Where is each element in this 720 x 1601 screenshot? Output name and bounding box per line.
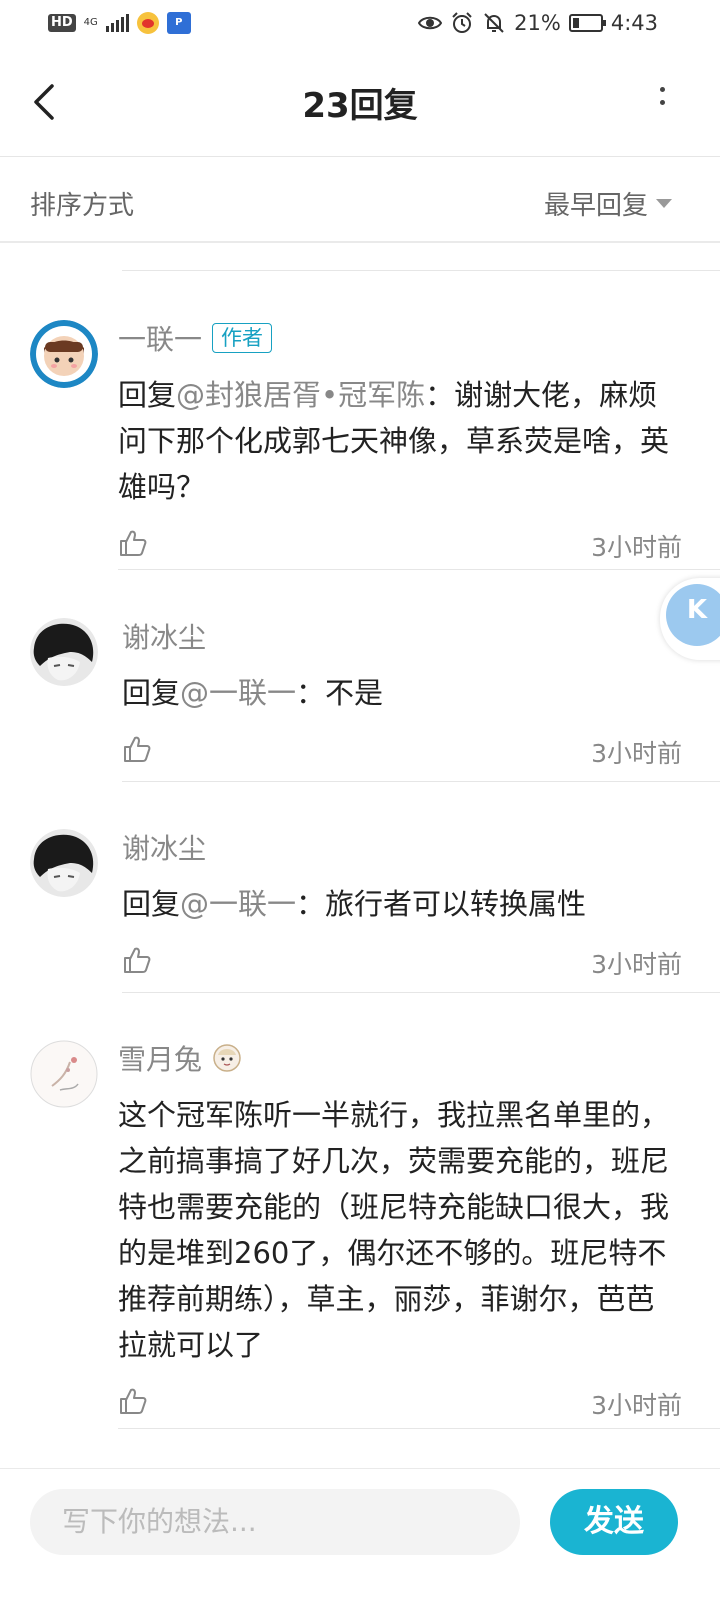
timestamp: 3小时前	[591, 950, 682, 979]
eye-icon	[418, 16, 443, 30]
network-type: 4G	[83, 17, 98, 28]
comment-header: 一联一 作者	[118, 318, 682, 358]
thumbs-up-icon[interactable]	[118, 528, 148, 558]
comment-body: 谢冰尘 回复@一联一：旅行者可以转换属性 3小时前	[122, 827, 682, 985]
top-nav-bar: 23回复	[0, 48, 720, 157]
comment-text[interactable]: 回复@封狼居胥•冠军陈：谢谢大佬，麻烦问下那个化成郭七天神像，草系荧是啥，英雄吗…	[118, 372, 682, 510]
avatar[interactable]	[30, 1040, 98, 1108]
comment-footer: 3小时前	[118, 528, 682, 568]
hd-icon: HD	[48, 14, 76, 32]
comment-header: 雪月兔	[118, 1038, 682, 1078]
timestamp: 3小时前	[591, 739, 682, 768]
author-badge: 作者	[212, 323, 273, 353]
avatar[interactable]	[30, 320, 98, 388]
comment-footer: 3小时前	[122, 945, 682, 985]
battery-percent: 21%	[514, 11, 561, 35]
comment-body: 雪月兔 这个冠军陈听一半就行，我拉黑名单里的，之前搞事搞了好几次，荧需要充能的，…	[118, 1038, 682, 1426]
username[interactable]: 一联一	[118, 318, 202, 358]
clock: 4:43	[610, 11, 658, 35]
comment-text[interactable]: 回复@一联一：不是	[122, 670, 682, 716]
reply-list[interactable]: 一联一 作者 回复@封狼居胥•冠军陈：谢谢大佬，麻烦问下那个化成郭七天神像，草系…	[0, 243, 720, 1468]
divider	[118, 1428, 720, 1429]
username[interactable]: 雪月兔	[118, 1038, 202, 1078]
weibo-icon	[136, 12, 159, 34]
list-item-partial	[122, 243, 720, 271]
status-right: 21% 4:43	[418, 11, 658, 35]
avatar[interactable]	[30, 618, 98, 686]
reply-prefix: 回复	[122, 887, 181, 921]
mute-icon	[484, 13, 504, 33]
sort-value: 最早回复	[543, 191, 648, 221]
comment-content: ：不是	[296, 676, 384, 710]
thumbs-up-icon[interactable]	[122, 945, 152, 975]
comment-content: ：旅行者可以转换属性	[296, 887, 587, 921]
comment-text[interactable]: 这个冠军陈听一半就行，我拉黑名单里的，之前搞事搞了好几次，荧需要充能的，班尼特也…	[118, 1092, 682, 1368]
battery-icon	[568, 14, 606, 32]
status-left: HD 4G P	[48, 12, 191, 34]
reply-prefix: 回复	[122, 676, 181, 710]
divider	[122, 992, 720, 993]
reply-input[interactable]: 写下你的想法...	[30, 1489, 520, 1555]
signal-icon	[105, 14, 129, 32]
character-badge-icon	[213, 1044, 241, 1072]
alarm-icon	[452, 12, 472, 33]
avatar[interactable]	[30, 829, 98, 897]
more-options-icon[interactable]	[654, 84, 670, 120]
dropdown-arrow-icon	[656, 199, 672, 208]
divider	[122, 781, 720, 782]
comment-body: 一联一 作者 回复@封狼居胥•冠军陈：谢谢大佬，麻烦问下那个化成郭七天神像，草系…	[118, 318, 682, 568]
username[interactable]: 谢冰尘	[122, 827, 206, 867]
timestamp: 3小时前	[591, 533, 682, 562]
comment-text[interactable]: 回复@一联一：旅行者可以转换属性	[122, 881, 682, 927]
mention-link[interactable]: @一联一	[180, 887, 296, 921]
timestamp: 3小时前	[591, 1391, 682, 1420]
comment-footer: 3小时前	[118, 1386, 682, 1426]
divider	[118, 569, 720, 570]
thumbs-up-icon[interactable]	[118, 1386, 148, 1416]
reply-prefix: 回复	[118, 378, 177, 412]
thumbs-up-icon[interactable]	[122, 734, 152, 764]
sort-label: 排序方式	[30, 191, 135, 221]
status-bar: HD 4G P 21% 4:43	[0, 0, 720, 48]
floating-badge-icon: K	[666, 584, 720, 646]
sort-dropdown[interactable]: 最早回复	[544, 185, 672, 222]
username[interactable]: 谢冰尘	[122, 616, 206, 656]
comment-header: 谢冰尘	[122, 827, 682, 867]
send-button[interactable]: 发送	[550, 1489, 678, 1555]
comment-header: 谢冰尘	[122, 616, 682, 656]
mention-link[interactable]: @一联一	[180, 676, 296, 710]
comment-footer: 3小时前	[122, 734, 682, 774]
reply-input-bar: 写下你的想法... 发送	[0, 1468, 720, 1601]
comment-body: 谢冰尘 回复@一联一：不是 3小时前	[122, 616, 682, 774]
app-icon: P	[166, 12, 191, 34]
page-title: 23回复	[302, 86, 418, 126]
sort-bar: 排序方式 最早回复	[0, 157, 720, 241]
mention-link[interactable]: @封狼居胥•冠军陈	[176, 378, 425, 412]
